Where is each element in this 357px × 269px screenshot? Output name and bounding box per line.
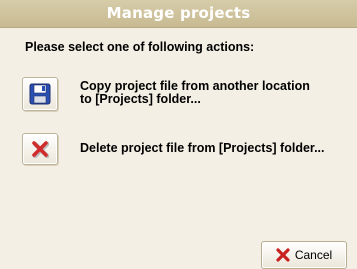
dialog-title: Manage projects (0, 0, 357, 28)
copy-project-button[interactable] (22, 77, 58, 111)
delete-project-action[interactable]: Delete project file from [Projects] fold… (22, 133, 352, 165)
instruction-text: Please select one of following actions: (25, 40, 255, 54)
cancel-label: Cancel (294, 248, 333, 262)
delete-project-label[interactable]: Delete project file from [Projects] fold… (80, 142, 350, 155)
red-x-icon (276, 248, 290, 262)
cancel-button[interactable]: Cancel (261, 241, 347, 269)
floppy-disk-icon (29, 83, 51, 105)
delete-project-button[interactable] (22, 133, 58, 165)
red-x-icon (32, 141, 49, 158)
manage-projects-dialog: Manage projects Please select one of fol… (0, 0, 357, 269)
copy-project-action[interactable]: Copy project file from another location … (22, 77, 352, 113)
copy-project-label[interactable]: Copy project file from another location … (80, 80, 350, 106)
